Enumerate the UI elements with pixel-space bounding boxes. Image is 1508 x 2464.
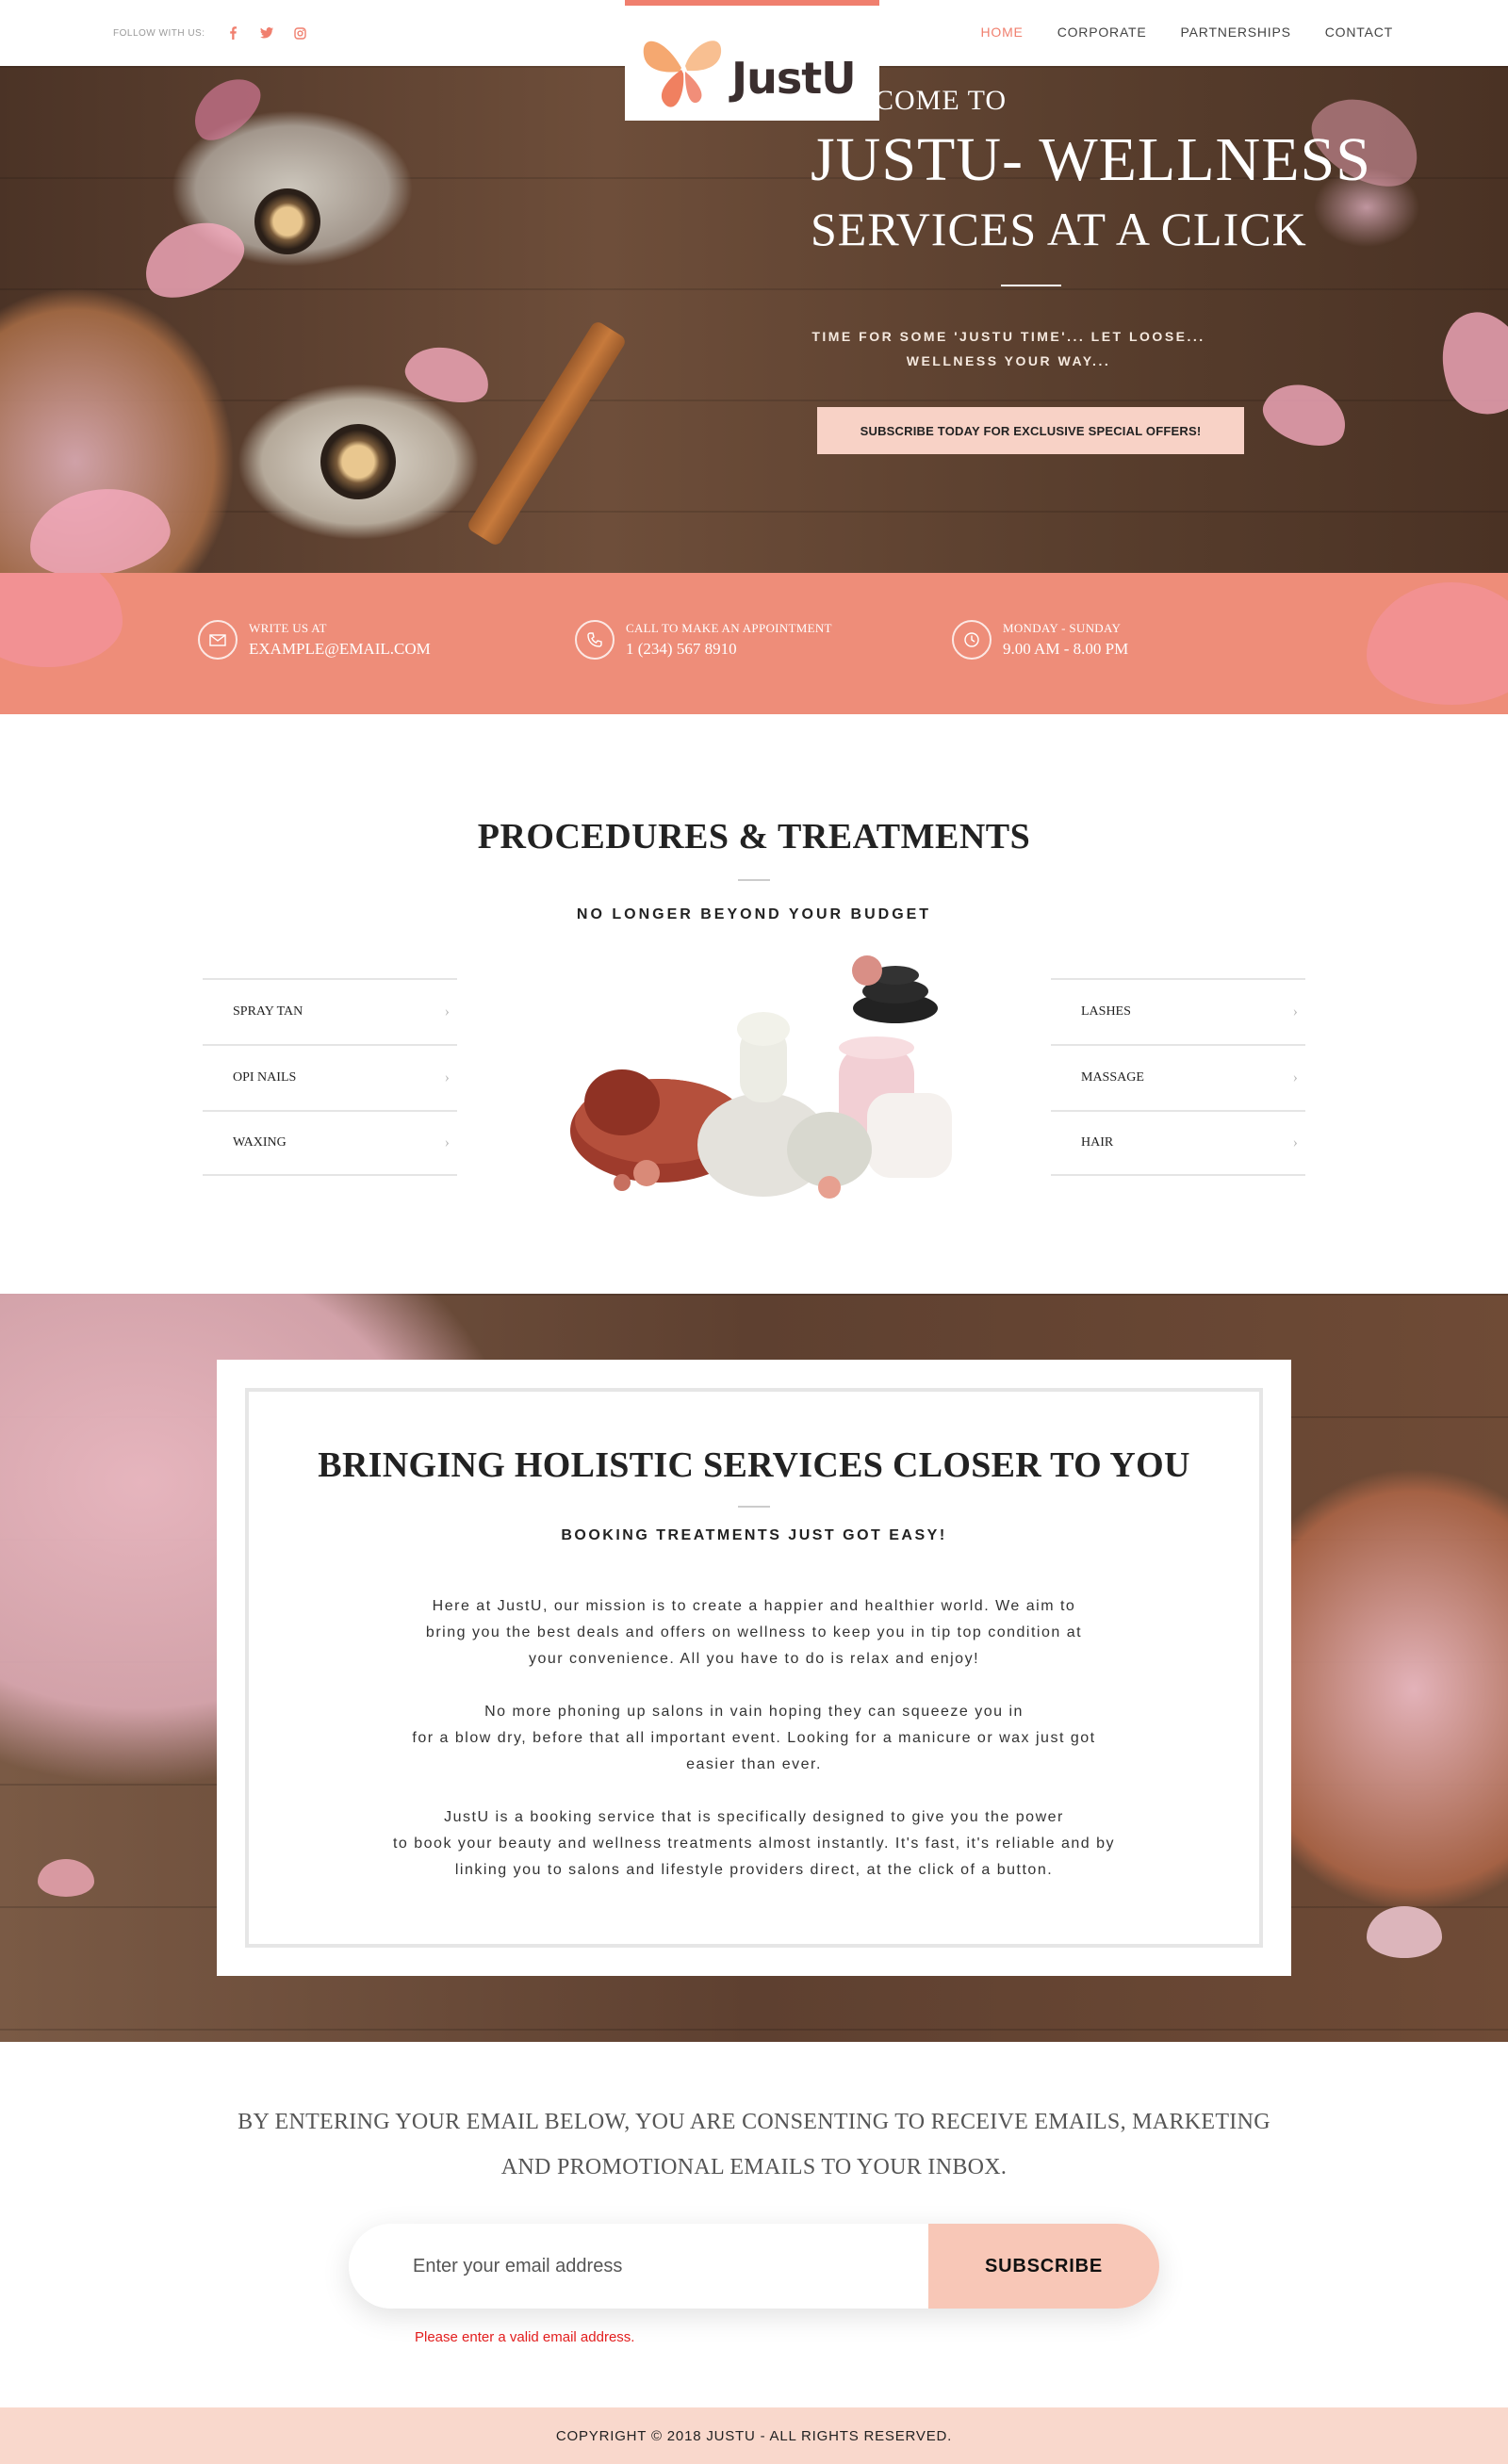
paragraph-line: bring you the best deals and offers on w… <box>425 1624 1083 1640</box>
hero-tagline-line1: TIME FOR SOME 'JUSTU TIME'... LET LOOSE.… <box>811 329 1205 344</box>
holistic-paragraph: JustU is a booking service that is speci… <box>302 1804 1206 1884</box>
newsletter-form: SUBSCRIBE <box>349 2224 1159 2309</box>
holistic-card: BRINGING HOLISTIC SERVICES CLOSER TO YOU… <box>217 1360 1291 1976</box>
holistic-paragraph: Here at JustU, our mission is to create … <box>302 1593 1206 1673</box>
procedures-divider <box>738 879 770 881</box>
treatment-item[interactable]: LASHES › <box>1051 978 1305 1044</box>
info-phone-label: CALL TO MAKE AN APPOINTMENT <box>626 621 832 635</box>
candle-image <box>320 424 396 499</box>
logo[interactable]: JustU <box>625 0 879 121</box>
info-hours-value: 9.00 AM - 8.00 PM <box>1003 640 1129 658</box>
paragraph-line: No more phoning up salons in vain hoping… <box>484 1704 1024 1720</box>
main-nav: HOME CORPORATE PARTNERSHIPS CONTACT <box>981 24 1394 40</box>
treatment-label: OPI NAILS <box>233 1070 297 1085</box>
subscribe-offers-button[interactable]: SUBSCRIBE TODAY FOR EXCLUSIVE SPECIAL OF… <box>817 407 1244 454</box>
consent-line: BY ENTERING YOUR EMAIL BELOW, YOU ARE CO… <box>238 2110 1270 2134</box>
info-phone: CALL TO MAKE AN APPOINTMENT 1 (234) 567 … <box>575 620 832 660</box>
hero-title-line1: JUSTU- WELLNESS <box>811 125 1371 194</box>
hero-title-line2: SERVICES AT A CLICK <box>811 203 1307 255</box>
paragraph-line: linking you to salons and lifestyle prov… <box>454 1862 1054 1878</box>
hero-welcome: WELCOME TO <box>811 85 1008 116</box>
holistic-divider <box>738 1506 770 1508</box>
treatments-list-right: LASHES › MASSAGE › HAIR › <box>1051 978 1305 1176</box>
petal-decoration <box>132 207 254 311</box>
logo-text: JustU <box>731 53 857 104</box>
hero-divider <box>1001 285 1061 286</box>
info-email-value[interactable]: EXAMPLE@EMAIL.COM <box>249 640 431 659</box>
nav-partnerships[interactable]: PARTNERSHIPS <box>1181 24 1291 40</box>
treatment-item[interactable]: SPRAY TAN › <box>203 978 457 1044</box>
info-hours-label: MONDAY - SUNDAY <box>1003 621 1122 635</box>
chevron-right-icon: › <box>1292 1069 1298 1085</box>
copyright-text: COPYRIGHT © 2018 JUSTU - ALL RIGHTS RESE… <box>555 2427 953 2444</box>
treatment-item[interactable]: WAXING › <box>203 1110 457 1176</box>
petal-decoration <box>400 338 496 411</box>
petal-decoration <box>1255 373 1355 456</box>
info-phone-value[interactable]: 1 (234) 567 8910 <box>626 640 832 659</box>
petal-decoration <box>1367 1906 1442 1958</box>
subscribe-button[interactable]: SUBSCRIBE <box>928 2224 1159 2309</box>
nav-contact[interactable]: CONTACT <box>1325 24 1393 40</box>
chevron-right-icon: › <box>444 1134 450 1150</box>
treatment-label: MASSAGE <box>1081 1070 1144 1085</box>
email-error-message: Please enter a valid email address. <box>415 2329 635 2345</box>
footer: COPYRIGHT © 2018 JUSTU - ALL RIGHTS RESE… <box>0 2407 1508 2464</box>
clock-icon <box>952 620 992 660</box>
info-hours: MONDAY - SUNDAY 9.00 AM - 8.00 PM <box>952 620 1128 660</box>
holistic-title: BRINGING HOLISTIC SERVICES CLOSER TO YOU <box>318 1445 1190 1485</box>
treatment-label: HAIR <box>1081 1135 1114 1150</box>
petal-decoration <box>1367 582 1508 705</box>
info-email-label: WRITE US AT <box>249 621 327 635</box>
nav-corporate[interactable]: CORPORATE <box>1057 24 1147 40</box>
info-email: WRITE US AT EXAMPLE@EMAIL.COM <box>198 620 431 660</box>
holistic-subtitle: BOOKING TREATMENTS JUST GOT EASY! <box>561 1527 947 1543</box>
petal-decoration <box>1426 299 1508 427</box>
candle-image <box>254 188 320 254</box>
hero-tagline: TIME FOR SOME 'JUSTU TIME'... LET LOOSE.… <box>811 324 1206 373</box>
twitter-icon[interactable] <box>259 26 273 40</box>
treatment-item[interactable]: OPI NAILS › <box>203 1044 457 1110</box>
petal-decoration <box>0 573 123 667</box>
consent-line: AND PROMOTIONAL EMAILS TO YOUR INBOX. <box>500 2155 1008 2179</box>
treatment-label: SPRAY TAN <box>233 1004 303 1019</box>
spa-products-image <box>556 952 961 1225</box>
hero-headline: WELCOME TO JUSTU- WELLNESS SERVICES AT A… <box>811 85 1371 256</box>
chevron-right-icon: › <box>1292 1004 1298 1020</box>
treatment-label: WAXING <box>233 1135 287 1150</box>
procedures-title: PROCEDURES & TREATMENTS <box>477 817 1031 857</box>
treatment-label: LASHES <box>1081 1004 1131 1019</box>
nav-home[interactable]: HOME <box>981 24 1024 40</box>
wooden-scoop-image <box>466 319 628 547</box>
envelope-icon <box>198 620 238 660</box>
holistic-paragraph: No more phoning up salons in vain hoping… <box>302 1699 1206 1778</box>
petal-decoration <box>38 1859 94 1897</box>
paragraph-line: Here at JustU, our mission is to create … <box>432 1598 1076 1614</box>
contact-info-band: WRITE US AT EXAMPLE@EMAIL.COM CALL TO MA… <box>0 573 1508 714</box>
chevron-right-icon: › <box>444 1069 450 1085</box>
newsletter-consent: BY ENTERING YOUR EMAIL BELOW, YOU ARE CO… <box>0 2099 1508 2190</box>
procedures-subtitle: NO LONGER BEYOND YOUR BUDGET <box>576 906 932 922</box>
petal-decoration <box>22 478 176 573</box>
butterfly-icon <box>636 19 730 118</box>
follow-label: FOLLOW WITH US: <box>113 27 205 39</box>
paragraph-line: easier than ever. <box>686 1756 822 1772</box>
paragraph-line: to book your beauty and wellness treatme… <box>392 1836 1116 1852</box>
treatment-item[interactable]: MASSAGE › <box>1051 1044 1305 1110</box>
social-follow: FOLLOW WITH US: <box>113 26 307 40</box>
chevron-right-icon: › <box>444 1004 450 1020</box>
instagram-icon[interactable] <box>294 26 307 40</box>
paragraph-line: for a blow dry, before that all importan… <box>412 1730 1096 1746</box>
chevron-right-icon: › <box>1292 1134 1298 1150</box>
paragraph-line: JustU is a booking service that is speci… <box>444 1809 1064 1825</box>
treatments-list-left: SPRAY TAN › OPI NAILS › WAXING › <box>203 978 457 1176</box>
email-input[interactable] <box>349 2224 928 2309</box>
hero-tagline-line2: WELLNESS YOUR WAY... <box>906 353 1111 368</box>
treatment-item[interactable]: HAIR › <box>1051 1110 1305 1176</box>
facebook-icon[interactable] <box>226 26 239 40</box>
phone-icon <box>575 620 615 660</box>
paragraph-line: your convenience. All you have to do is … <box>528 1651 980 1667</box>
petal-decoration <box>182 66 270 151</box>
